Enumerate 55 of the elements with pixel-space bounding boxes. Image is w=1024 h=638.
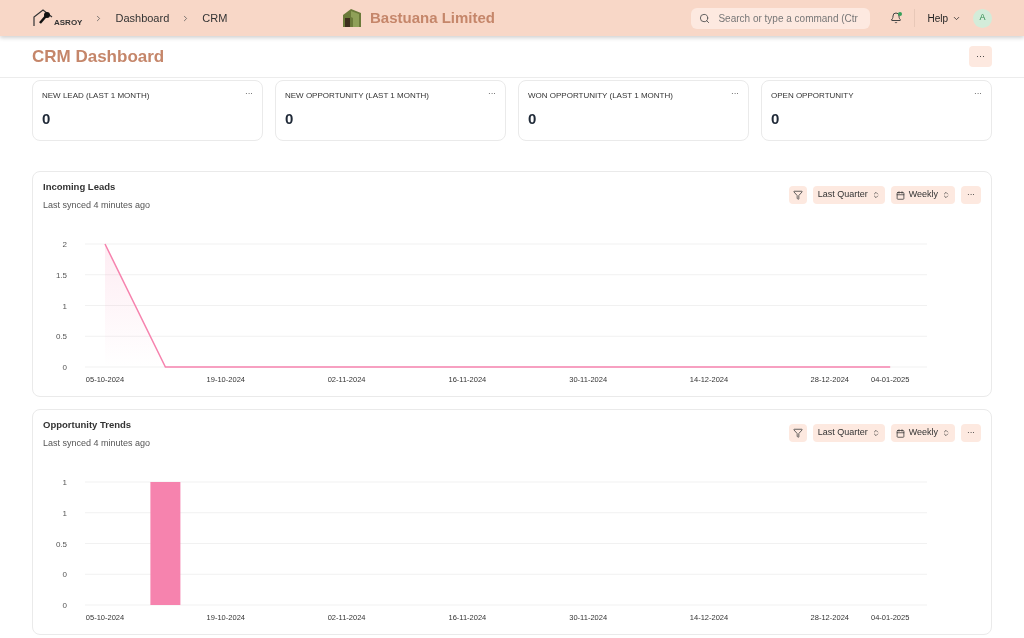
filter-button[interactable]	[788, 186, 807, 204]
chart-title: Opportunity Trends	[43, 418, 133, 432]
card-menu-button[interactable]: ···	[488, 90, 496, 98]
card-value: 0	[285, 109, 295, 129]
y-axis-label: 0	[62, 600, 67, 610]
card-label: OPEN OPPORTUNITY	[771, 90, 854, 102]
more-button[interactable]: ···	[969, 46, 992, 67]
y-axis-label: 0	[62, 362, 67, 372]
card-label: NEW LEAD (LAST 1 MONTH)	[42, 90, 150, 102]
interval-select[interactable]: Weekly	[890, 424, 955, 442]
card-value: 0	[42, 109, 52, 129]
updown-icon	[871, 429, 880, 437]
y-axis-label: 1	[62, 508, 67, 518]
filter-button[interactable]	[788, 424, 807, 442]
card-menu-button[interactable]: ···	[245, 90, 253, 98]
more-button[interactable]: ···	[961, 424, 981, 442]
updown-icon	[942, 191, 950, 199]
interval-select[interactable]: Weekly	[890, 186, 955, 204]
calendar-icon	[895, 190, 905, 200]
y-axis-label: 0.5	[55, 539, 67, 549]
filter-icon	[792, 428, 803, 438]
card-value: 0	[528, 109, 538, 129]
range-select[interactable]: Last Quarter	[812, 424, 885, 442]
help-menu[interactable]: Help	[927, 10, 961, 26]
filter-icon	[792, 190, 803, 200]
chart-title: Incoming Leads	[43, 180, 117, 194]
updown-icon	[871, 191, 880, 199]
search-field[interactable]: Search or type a command (Ctr	[691, 7, 871, 29]
y-axis-label: 2	[62, 239, 67, 249]
card-label: NEW OPPORTUNITY (LAST 1 MONTH)	[285, 90, 429, 102]
card-menu-button[interactable]: ···	[731, 90, 739, 98]
sync-status: Last synced 4 minutes ago	[43, 199, 151, 213]
card-value: 0	[771, 109, 781, 129]
user-avatar[interactable]: A	[973, 8, 992, 28]
y-axis-label: 1.5	[55, 270, 67, 280]
breadcrumb-link[interactable]: Dashboard	[115, 9, 170, 27]
card-menu-button[interactable]: ···	[974, 90, 982, 98]
y-axis-label: 0	[62, 570, 67, 579]
y-axis-label: 0.5	[55, 332, 67, 341]
search-icon	[699, 12, 711, 24]
logo-text: ASROY	[54, 18, 83, 28]
calendar-icon	[895, 428, 905, 438]
y-axis-label: 1	[62, 477, 67, 487]
range-select[interactable]: Last Quarter	[812, 186, 885, 204]
notification-button[interactable]	[890, 12, 903, 24]
updown-icon	[942, 429, 950, 437]
sync-status: Last synced 4 minutes ago	[43, 437, 151, 451]
house-logo-icon	[32, 8, 54, 28]
page-title: CRM Dashboard	[32, 45, 165, 68]
card-label: WON OPPORTUNITY (LAST 1 MONTH)	[528, 90, 673, 102]
more-button[interactable]: ···	[961, 186, 981, 204]
y-axis-label: 1	[62, 301, 67, 311]
breadcrumb-link[interactable]: CRM	[202, 9, 228, 27]
company-name: Bastuana Limited	[370, 7, 496, 28]
building-logo-icon	[342, 8, 362, 28]
